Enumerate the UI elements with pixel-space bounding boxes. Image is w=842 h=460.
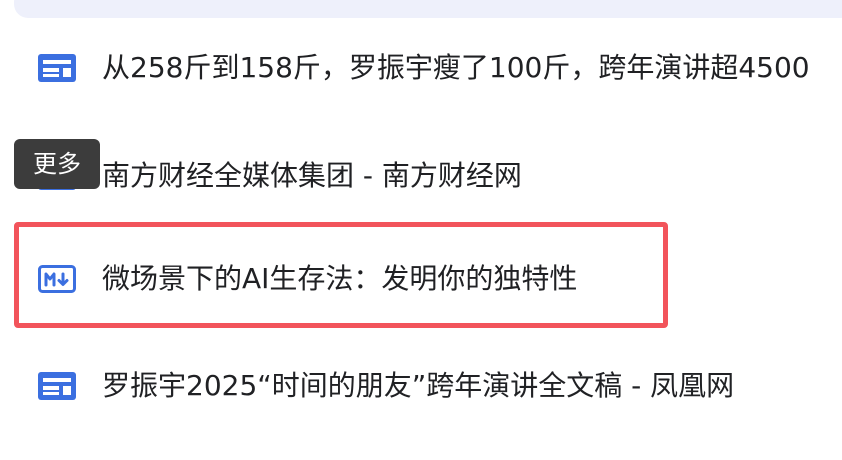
list-item-title: 罗振宇2025“时间的朋友”跨年演讲全文稿 - 凤凰网 (102, 369, 735, 402)
list-item-title: 南方财经全媒体集团 - 南方财经网 (102, 159, 522, 192)
list-item-title: 从258斤到158斤，罗振宇瘦了100斤，跨年演讲超4500 (102, 51, 810, 84)
list-item[interactable]: 从258斤到158斤，罗振宇瘦了100斤，跨年演讲超4500 (0, 38, 842, 98)
list-item-title: 微场景下的AI生存法：发明你的独特性 (102, 262, 578, 295)
markdown-icon (38, 265, 76, 293)
previous-item-edge (14, 0, 842, 18)
list-item[interactable]: 微场景下的AI生存法：发明你的独特性 (0, 249, 842, 309)
results-list-page: 从258斤到158斤，罗振宇瘦了100斤，跨年演讲超4500 南方财经全媒体集团… (0, 0, 842, 460)
article-icon (38, 372, 76, 400)
article-icon (38, 54, 76, 82)
list-item[interactable]: 罗振宇2025“时间的朋友”跨年演讲全文稿 - 凤凰网 (0, 356, 842, 416)
list-item[interactable]: 南方财经全媒体集团 - 南方财经网 (0, 146, 842, 206)
more-tooltip: 更多 (14, 139, 100, 189)
